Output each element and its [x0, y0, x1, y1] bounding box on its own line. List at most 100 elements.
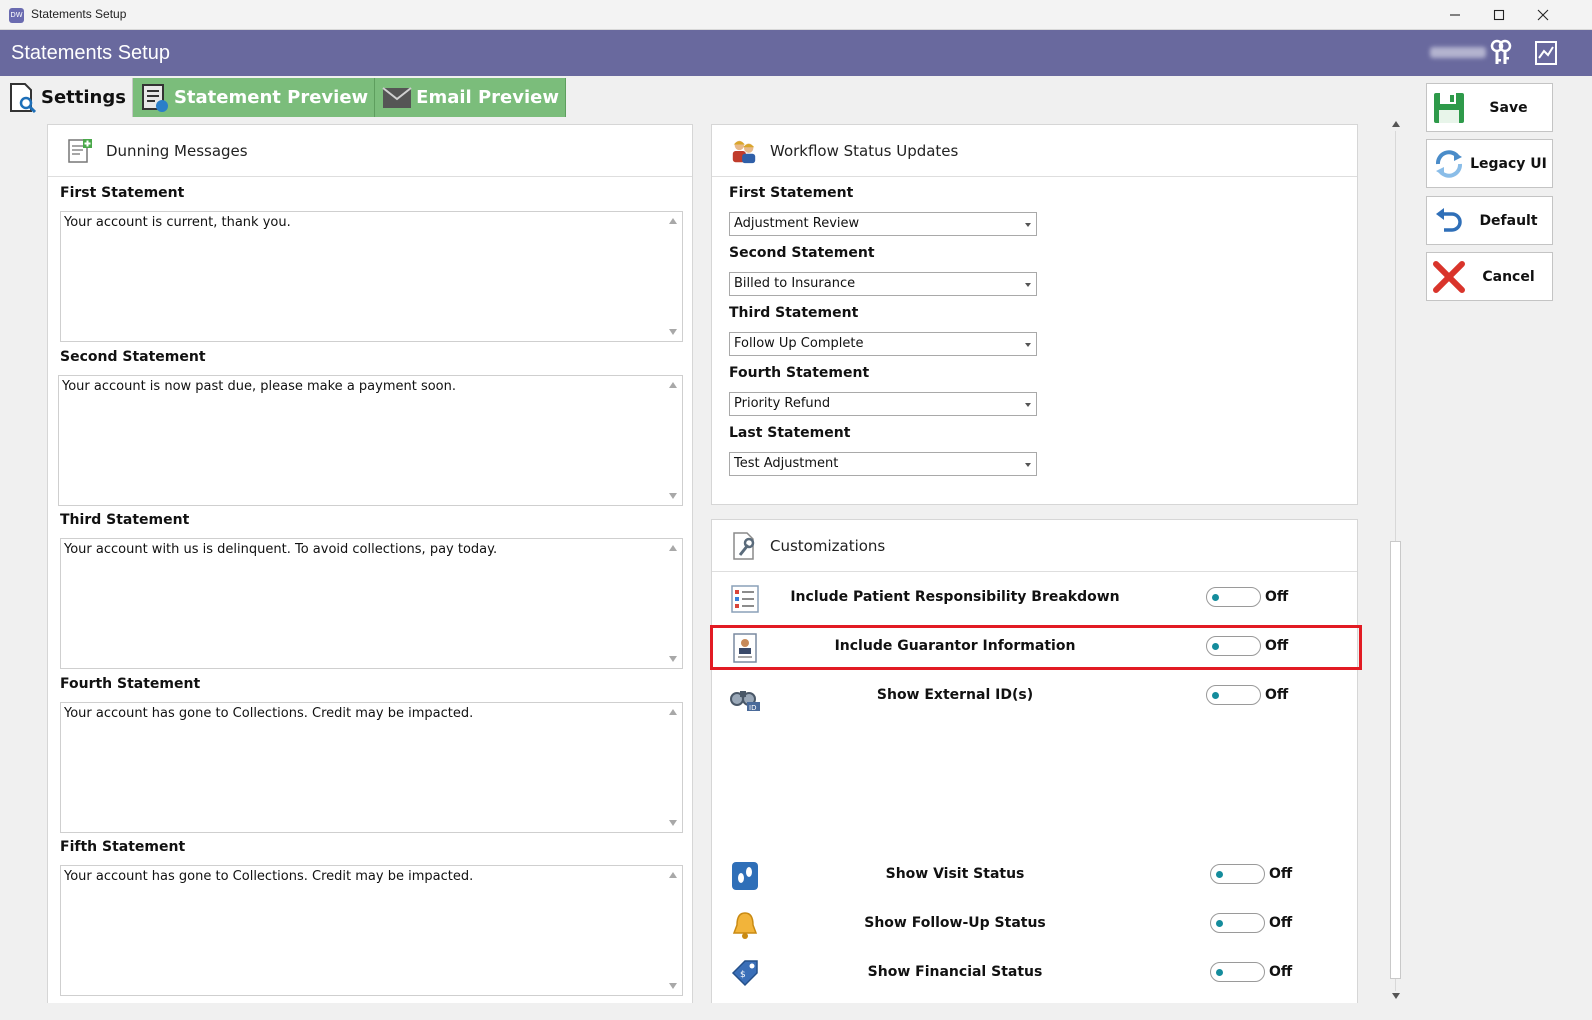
keys-icon[interactable]: [1487, 38, 1515, 68]
chevron-down-icon: [1025, 283, 1031, 287]
statement-list-icon: [139, 82, 171, 114]
financial-status-toggle[interactable]: [1210, 962, 1265, 982]
x-mark-icon: [1429, 257, 1469, 297]
default-label: Default: [1479, 212, 1538, 229]
close-icon: [1537, 9, 1549, 21]
settings-content: Dunning Messages First Statement Your ac…: [47, 117, 1422, 1020]
wf-last-statement-select[interactable]: Test Adjustment: [729, 452, 1037, 476]
chevron-down-icon: [1025, 463, 1031, 467]
report-chart-icon[interactable]: [1532, 38, 1560, 68]
tab-email-preview[interactable]: Email Preview: [375, 78, 566, 117]
toggle-state-text: Off: [1269, 964, 1293, 980]
customizations-header: Customizations: [712, 520, 1357, 572]
default-button[interactable]: Default: [1426, 196, 1553, 245]
checklist-icon: [729, 583, 761, 615]
tab-statement-preview[interactable]: Statement Preview: [132, 78, 376, 117]
first-statement-message-input[interactable]: Your account is current, thank you.: [60, 211, 683, 342]
customizations-title: Customizations: [770, 536, 886, 555]
save-button[interactable]: Save: [1426, 83, 1553, 132]
wf-second-statement-value: Billed to Insurance: [734, 276, 856, 291]
wf-fourth-statement-select[interactable]: Priority Refund: [729, 392, 1037, 416]
document-add-icon: [66, 137, 94, 165]
wf-first-statement-value: Adjustment Review: [734, 216, 860, 231]
bell-icon: [729, 909, 761, 941]
wf-third-statement-label: Third Statement: [729, 305, 859, 321]
message-scrollbar[interactable]: [664, 703, 682, 832]
dunning-messages-header: Dunning Messages: [48, 125, 692, 177]
second-statement-message-input[interactable]: Your account is now past due, please mak…: [58, 375, 683, 506]
save-label: Save: [1489, 99, 1528, 116]
document-search-icon: [6, 82, 38, 114]
wf-third-statement-select[interactable]: Follow Up Complete: [729, 332, 1037, 356]
second-statement-message-text: Your account is now past due, please mak…: [62, 379, 457, 394]
document-wrench-icon: [730, 531, 758, 560]
chevron-down-icon: [1025, 403, 1031, 407]
user-name-redacted: [1430, 47, 1486, 58]
fifth-statement-label: Fifth Statement: [60, 839, 186, 855]
customization-label: Show External ID(s): [876, 687, 1034, 703]
workflow-status-header: Workflow Status Updates: [712, 125, 1357, 177]
wf-last-statement-label: Last Statement: [729, 425, 851, 441]
visit-status-toggle[interactable]: [1210, 864, 1265, 884]
maximize-button[interactable]: [1476, 0, 1522, 30]
fifth-statement-message-input[interactable]: Your account has gone to Collections. Cr…: [60, 865, 683, 996]
toggle-state-text: Off: [1265, 589, 1289, 605]
tab-settings[interactable]: Settings: [0, 78, 133, 117]
message-scrollbar[interactable]: [664, 376, 682, 505]
customization-row: ID Show External ID(s) Off: [712, 677, 1357, 717]
wf-first-statement-select[interactable]: Adjustment Review: [729, 212, 1037, 236]
third-statement-message-text: Your account with us is delinquent. To a…: [64, 542, 498, 557]
cancel-label: Cancel: [1482, 268, 1535, 285]
cancel-button[interactable]: Cancel: [1426, 252, 1553, 301]
workflow-status-panel: Workflow Status Updates First Statement …: [711, 124, 1358, 505]
wf-fourth-statement-label: Fourth Statement: [729, 365, 870, 381]
scroll-up-icon[interactable]: [1392, 121, 1400, 127]
patient-responsibility-toggle[interactable]: [1206, 587, 1261, 607]
bottom-edge: [0, 1003, 1592, 1020]
customization-label: Include Patient Responsibility Breakdown: [790, 589, 1120, 605]
minimize-icon: [1450, 14, 1460, 16]
legacy-ui-button[interactable]: Legacy UI: [1426, 139, 1553, 188]
window-titlebar: DW Statements Setup: [0, 0, 1592, 30]
footprints-icon: [729, 860, 761, 892]
wf-fourth-statement-value: Priority Refund: [734, 396, 831, 411]
app-logo-icon: DW: [9, 8, 24, 23]
toggle-state-text: Off: [1269, 915, 1293, 931]
wf-first-statement-label: First Statement: [729, 185, 854, 201]
legacy-ui-label: Legacy UI: [1470, 155, 1547, 172]
chevron-down-icon: [1025, 343, 1031, 347]
customization-row: Show Follow-Up Status Off: [712, 905, 1357, 945]
svg-text:$: $: [740, 970, 746, 980]
customization-row: Include Patient Responsibility Breakdown…: [712, 579, 1357, 619]
tab-settings-label: Settings: [41, 87, 126, 108]
close-window-button[interactable]: [1520, 0, 1566, 30]
workflow-status-title: Workflow Status Updates: [770, 141, 959, 160]
refresh-icon: [1429, 144, 1469, 184]
third-statement-message-input[interactable]: Your account with us is delinquent. To a…: [60, 538, 683, 669]
toggle-state-text: Off: [1269, 866, 1293, 882]
binoculars-icon: ID: [729, 681, 761, 713]
fourth-statement-message-input[interactable]: Your account has gone to Collections. Cr…: [60, 702, 683, 833]
fourth-statement-label: Fourth Statement: [60, 676, 201, 692]
minimize-button[interactable]: [1432, 0, 1478, 30]
content-scrollbar[interactable]: [1388, 117, 1405, 1003]
customization-row: $ Show Financial Status Off: [712, 954, 1357, 994]
follow-up-status-toggle[interactable]: [1210, 913, 1265, 933]
wf-third-statement-value: Follow Up Complete: [734, 336, 864, 351]
chevron-down-icon: [1025, 223, 1031, 227]
customization-label: Show Visit Status: [885, 866, 1025, 882]
wf-second-statement-select[interactable]: Billed to Insurance: [729, 272, 1037, 296]
external-ids-toggle[interactable]: [1206, 685, 1261, 705]
wf-last-statement-value: Test Adjustment: [734, 456, 839, 471]
message-scrollbar[interactable]: [664, 866, 682, 995]
tab-bar: Settings Statement Preview Email Preview: [0, 78, 566, 117]
scroll-down-icon[interactable]: [1392, 993, 1400, 999]
customization-row: Show Visit Status Off: [712, 856, 1357, 896]
tab-email-preview-label: Email Preview: [416, 87, 559, 108]
workers-icon: [730, 137, 758, 165]
scrollbar-thumb[interactable]: [1390, 541, 1401, 979]
message-scrollbar[interactable]: [664, 212, 682, 341]
message-scrollbar[interactable]: [664, 539, 682, 668]
first-statement-message-text: Your account is current, thank you.: [64, 215, 291, 230]
envelope-icon: [381, 82, 413, 114]
